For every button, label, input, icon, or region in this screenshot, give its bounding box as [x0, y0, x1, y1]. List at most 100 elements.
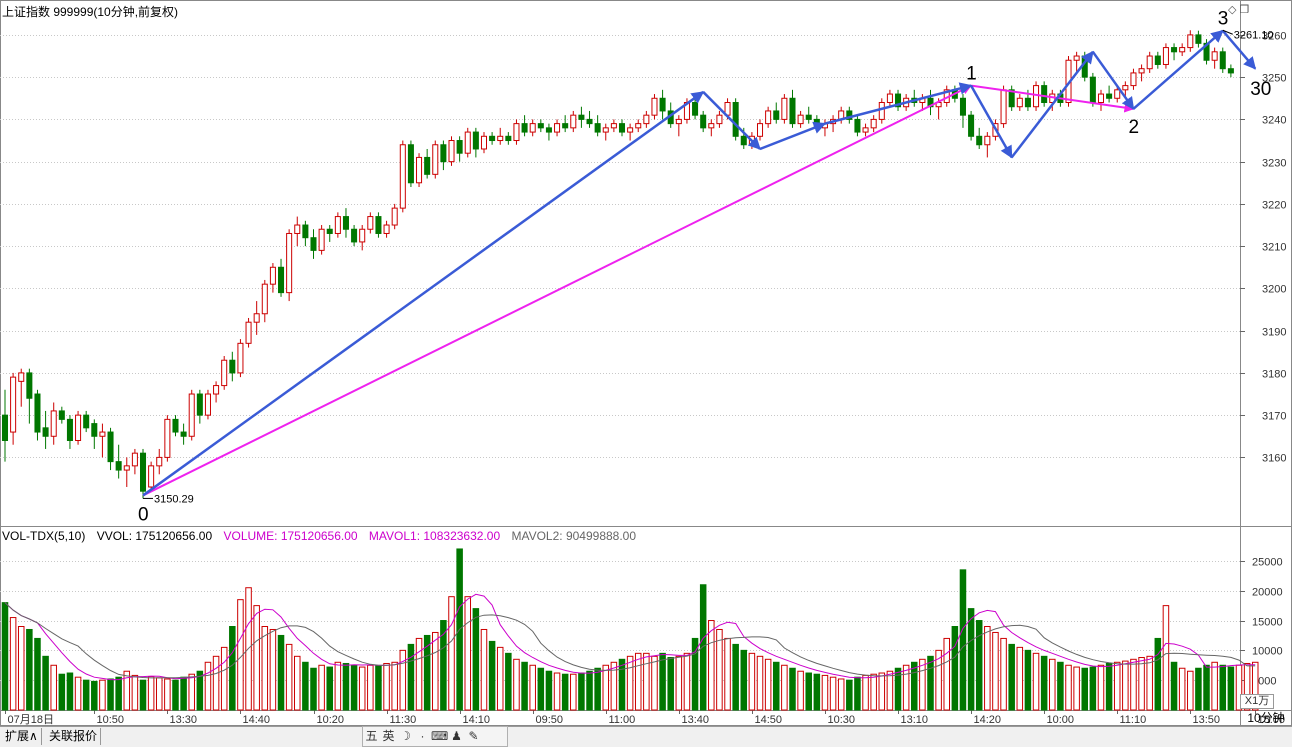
candle-body	[107, 431, 114, 463]
volume-bar	[464, 596, 472, 711]
volume-bar	[943, 637, 950, 711]
volume-bar	[886, 670, 894, 711]
vvol-value: VVOL: 175120656.00	[96, 529, 213, 543]
price-tick-label: 3170	[1262, 411, 1286, 423]
candle-body	[10, 376, 17, 433]
candle	[545, 123, 552, 141]
ime-wubi-icon[interactable]: 五	[363, 727, 380, 745]
volume-bar	[375, 665, 382, 711]
volume-bar	[164, 678, 171, 711]
candle-body	[156, 456, 163, 467]
candle-body	[521, 123, 528, 133]
volume-bar	[1040, 655, 1048, 711]
ime-user-icon[interactable]: ♟	[448, 727, 465, 745]
volume-bar	[204, 661, 212, 711]
volume-bar	[740, 649, 748, 711]
price-tick-label: 3220	[1262, 200, 1286, 212]
period-label[interactable]: 10分钟	[1242, 711, 1290, 725]
volume-bar	[220, 646, 228, 711]
candle-body	[221, 359, 228, 387]
candle	[456, 136, 463, 162]
candle-body	[66, 418, 73, 441]
time-tick-label: 11:30	[390, 714, 417, 726]
candle	[959, 94, 966, 128]
volume-bar	[1170, 661, 1178, 711]
volume-bar	[594, 667, 601, 711]
candle-body	[1154, 55, 1161, 65]
candle	[627, 123, 634, 141]
volume-bar	[570, 673, 577, 711]
candle-body	[91, 423, 98, 437]
window-controls[interactable]: ◇ ❐	[1228, 3, 1249, 16]
candle-body	[854, 118, 861, 133]
candle-body	[26, 372, 33, 399]
candle	[237, 339, 244, 378]
vol-indicator-name[interactable]: VOL-TDX(5,10)	[2, 529, 85, 543]
candle	[537, 119, 544, 133]
stock-chart[interactable]: 3160317031803190320032103220323032403250…	[0, 0, 1292, 726]
volume-bar	[553, 672, 561, 711]
candle	[984, 132, 991, 158]
candle-body	[351, 228, 358, 243]
candle-body	[1089, 76, 1096, 104]
diamond-icon[interactable]: ◇	[1228, 4, 1236, 16]
volume-bar	[432, 631, 439, 711]
volume-bar	[383, 662, 390, 711]
candle	[221, 356, 228, 390]
candle	[334, 212, 341, 238]
candle	[1106, 85, 1113, 103]
volume-bar	[188, 673, 195, 711]
ime-tool-icon[interactable]: ✎	[465, 727, 482, 745]
volume-bar	[1016, 646, 1024, 711]
wave-arrow-blue	[142, 90, 705, 497]
candle	[18, 368, 25, 407]
unit-button[interactable]: X1万	[1240, 694, 1274, 709]
candle-body	[139, 452, 147, 492]
time-tick-label: 10:30	[828, 714, 856, 726]
candle	[204, 389, 211, 420]
volume-bar	[139, 679, 147, 711]
ime-toolbar[interactable]: 五英 ☽ · ⌨ ♟ ✎	[362, 726, 508, 747]
candle	[1227, 64, 1234, 78]
candle-body	[1211, 51, 1218, 61]
candle	[521, 115, 528, 137]
candle	[1195, 30, 1202, 48]
candle	[66, 415, 73, 449]
candle-body	[732, 102, 739, 137]
tab-related-quotes[interactable]: 关联报价	[46, 728, 102, 745]
volume-bar	[1211, 661, 1218, 711]
candle-body	[42, 427, 49, 437]
volume-bar	[756, 655, 764, 711]
ime-dot-icon[interactable]: ·	[414, 727, 431, 745]
volume-bar	[1122, 660, 1129, 711]
restore-icon[interactable]: ❐	[1240, 4, 1250, 16]
tab-expand[interactable]: 扩展∧	[2, 728, 42, 745]
volume-bar	[1089, 666, 1097, 711]
volume-bar	[1049, 658, 1056, 711]
candle	[245, 317, 252, 348]
candle	[1138, 64, 1145, 82]
candle-body	[959, 97, 966, 116]
candle-body	[1146, 55, 1153, 70]
candle	[156, 448, 163, 475]
volume-bar	[229, 626, 236, 711]
candle	[862, 123, 869, 137]
volume-bar	[42, 655, 49, 711]
candle	[115, 444, 122, 479]
volume-bar	[131, 674, 139, 711]
candle-body	[326, 228, 333, 234]
candle-body	[294, 224, 301, 234]
ime-english-icon[interactable]: 英	[380, 727, 397, 745]
volume-bar	[285, 643, 293, 711]
candle	[781, 94, 788, 124]
volume-bar	[659, 652, 666, 711]
time-tick-label: 13:40	[682, 714, 710, 726]
ime-keyboard-icon[interactable]: ⌨	[431, 727, 448, 745]
candle-body	[1000, 89, 1007, 125]
candle	[286, 229, 293, 302]
wave-arrow-blue	[1010, 50, 1094, 159]
volume-bar	[294, 655, 301, 711]
candle-body	[1041, 85, 1048, 103]
ime-moon-icon[interactable]: ☽	[397, 727, 414, 745]
candle	[1008, 85, 1015, 111]
